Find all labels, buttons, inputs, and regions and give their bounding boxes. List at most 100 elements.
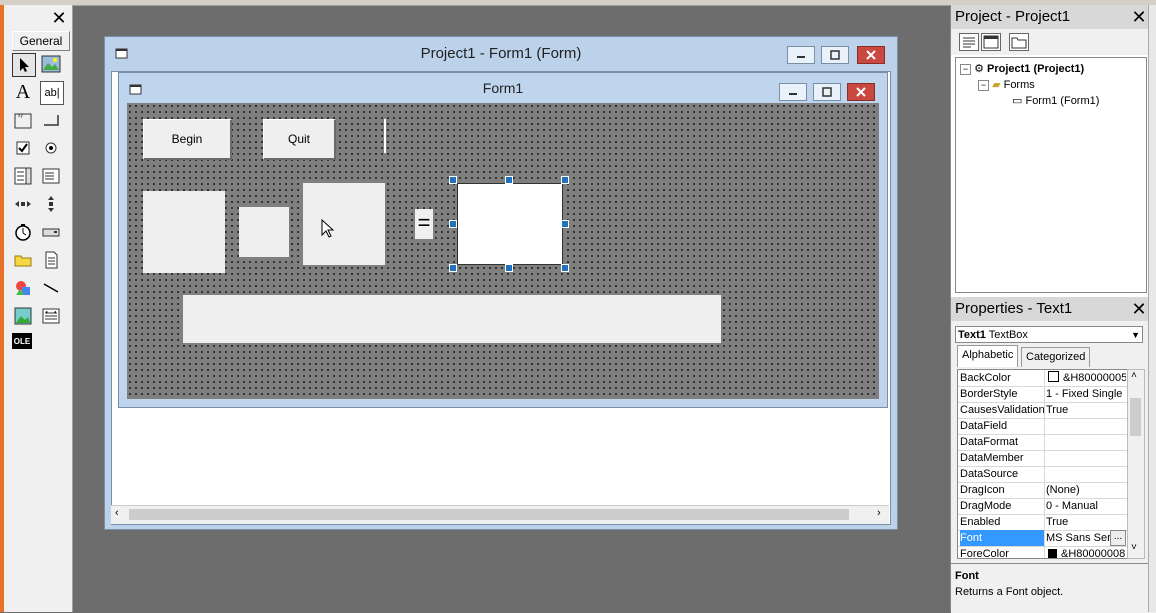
- project-panel-title: Project - Project1: [951, 5, 1156, 29]
- form-maximize-button[interactable]: [813, 83, 841, 101]
- toolbox: ✕ General A ab| xy OLE: [4, 5, 73, 612]
- object-dropdown[interactable]: Text1 TextBox ▼: [955, 326, 1143, 343]
- close-icon[interactable]: [857, 46, 885, 64]
- mouse-cursor-icon: [321, 218, 335, 242]
- form-design-grid[interactable]: Begin Quit =: [127, 103, 879, 399]
- property-row[interactable]: CausesValidation True: [958, 402, 1128, 419]
- tree-form1-label: Form1 (Form1): [1025, 95, 1100, 107]
- tab-alphabetic[interactable]: Alphabetic: [957, 345, 1019, 367]
- object-name: Text1: [958, 329, 986, 341]
- property-description: Font Returns a Font object.: [951, 563, 1156, 613]
- horizontal-scrollbar[interactable]: ‹ ›: [111, 505, 889, 524]
- frame-tool-icon[interactable]: xy: [12, 109, 34, 131]
- maximize-button[interactable]: [821, 46, 849, 64]
- property-grid: BackColor &H80000005 BorderStyle 1 - Fixed…: [957, 369, 1129, 559]
- resize-handle-se[interactable]: [561, 264, 569, 272]
- resize-handle-sw[interactable]: [449, 264, 457, 272]
- view-code-icon[interactable]: [959, 33, 979, 51]
- drivelistbox-tool-icon[interactable]: [40, 221, 62, 243]
- resize-handle-w[interactable]: [449, 220, 457, 228]
- image-box-1[interactable]: [143, 191, 225, 273]
- property-row[interactable]: DataFormat: [958, 434, 1128, 451]
- properties-panel-close-button[interactable]: ✕: [1129, 299, 1149, 319]
- tree-node-project[interactable]: − ⚙ Project1 (Project1): [960, 62, 1084, 75]
- property-row[interactable]: BackColor &H80000005: [958, 370, 1128, 387]
- minimize-button[interactable]: [787, 46, 815, 64]
- toggle-folders-icon[interactable]: [1009, 33, 1029, 51]
- collapse-icon[interactable]: −: [978, 80, 989, 91]
- image-box-3[interactable]: [303, 183, 385, 265]
- collapse-icon[interactable]: −: [960, 64, 971, 75]
- scroll-left-icon[interactable]: ‹: [115, 507, 119, 519]
- dirlistbox-tool-icon[interactable]: [12, 249, 34, 271]
- toolbox-close-button[interactable]: ✕: [48, 8, 70, 28]
- scroll-down-icon[interactable]: ˅: [1131, 542, 1137, 553]
- textbox-tool-icon[interactable]: ab|: [40, 81, 64, 105]
- resize-handle-n[interactable]: [505, 176, 513, 184]
- property-row[interactable]: DataField: [958, 418, 1128, 435]
- project-explorer-panel: Project - Project1 ✕ − ⚙ Project1 (Proje…: [950, 5, 1156, 297]
- view-object-icon[interactable]: [981, 33, 1001, 51]
- resize-handle-e[interactable]: [561, 220, 569, 228]
- quit-button[interactable]: Quit: [263, 119, 336, 160]
- form-close-icon[interactable]: [847, 83, 875, 101]
- pointer-icon[interactable]: [12, 53, 36, 77]
- resize-handle-nw[interactable]: [449, 176, 457, 184]
- form-icon: [129, 83, 143, 95]
- property-row-selected[interactable]: Font MS Sans Seri...: [958, 530, 1128, 547]
- begin-button[interactable]: Begin: [143, 119, 232, 160]
- property-row[interactable]: DragIcon (None): [958, 482, 1128, 499]
- tree-node-form1[interactable]: ▭ Form1 (Form1): [1012, 94, 1099, 107]
- hscrollbar-tool-icon[interactable]: [12, 193, 34, 215]
- property-row[interactable]: DataMember: [958, 450, 1128, 467]
- wide-label-control[interactable]: [183, 295, 721, 343]
- shape-tool-icon[interactable]: [12, 277, 34, 299]
- property-row[interactable]: Enabled True: [958, 514, 1128, 531]
- vscrollbar-tool-icon[interactable]: [40, 193, 62, 215]
- form-minimize-button[interactable]: [779, 83, 807, 101]
- right-window-edge: [1148, 5, 1156, 612]
- scroll-right-icon[interactable]: ›: [877, 507, 881, 519]
- property-row[interactable]: DataSource: [958, 466, 1128, 483]
- tree-node-forms[interactable]: − ▰ Forms: [978, 78, 1035, 91]
- line-tool-icon[interactable]: [40, 277, 62, 299]
- project-tree: − ⚙ Project1 (Project1) − ▰ Forms ▭ Form…: [955, 57, 1147, 293]
- chevron-down-icon[interactable]: ▼: [1131, 327, 1140, 344]
- combobox-tool-icon[interactable]: [12, 165, 34, 187]
- listbox-tool-icon[interactable]: [40, 165, 62, 187]
- form-node-icon: ▭: [1012, 95, 1023, 107]
- commandbutton-tool-icon[interactable]: [40, 109, 62, 131]
- properties-panel: Properties - Text1 ✕ Text1 TextBox ▼ Alp…: [950, 297, 1156, 613]
- property-row[interactable]: ForeColor &H80000008: [958, 546, 1128, 558]
- equals-label[interactable]: =: [415, 209, 433, 239]
- image-box-2[interactable]: [239, 207, 289, 257]
- scroll-thumb[interactable]: [129, 509, 849, 520]
- scroll-thumb[interactable]: [1130, 398, 1141, 436]
- property-row[interactable]: DragMode 0 - Manual: [958, 498, 1128, 515]
- ellipsis-button[interactable]: ...: [1110, 530, 1126, 546]
- object-type: TextBox: [988, 329, 1028, 341]
- resize-handle-ne[interactable]: [561, 176, 569, 184]
- filelistbox-tool-icon[interactable]: [40, 249, 62, 271]
- text1-textbox[interactable]: [457, 183, 563, 265]
- image-tool-icon[interactable]: [12, 305, 34, 327]
- tab-categorized[interactable]: Categorized: [1021, 347, 1091, 367]
- property-row[interactable]: BorderStyle 1 - Fixed Single: [958, 386, 1128, 403]
- form-window-icon: [115, 47, 129, 59]
- checkbox-tool-icon[interactable]: [12, 137, 34, 159]
- timer-tool-icon[interactable]: [12, 221, 34, 243]
- form1-title: Form1: [482, 80, 524, 96]
- label-tool-icon[interactable]: A: [12, 81, 34, 103]
- resize-handle-s[interactable]: [505, 264, 513, 272]
- line-control[interactable]: [384, 119, 386, 153]
- scroll-up-icon[interactable]: ˄: [1131, 370, 1137, 381]
- toolbox-tab-general[interactable]: General: [12, 31, 70, 51]
- property-grid-scrollbar[interactable]: ˄ ˅: [1127, 369, 1145, 559]
- svg-text:xy: xy: [18, 113, 24, 119]
- picturebox-icon[interactable]: [40, 53, 62, 75]
- optionbutton-tool-icon[interactable]: [40, 137, 62, 159]
- project-panel-close-button[interactable]: ✕: [1129, 7, 1149, 27]
- data-tool-icon[interactable]: [40, 305, 62, 327]
- ole-tool-icon[interactable]: OLE: [12, 333, 32, 349]
- project-icon: ⚙: [974, 63, 984, 75]
